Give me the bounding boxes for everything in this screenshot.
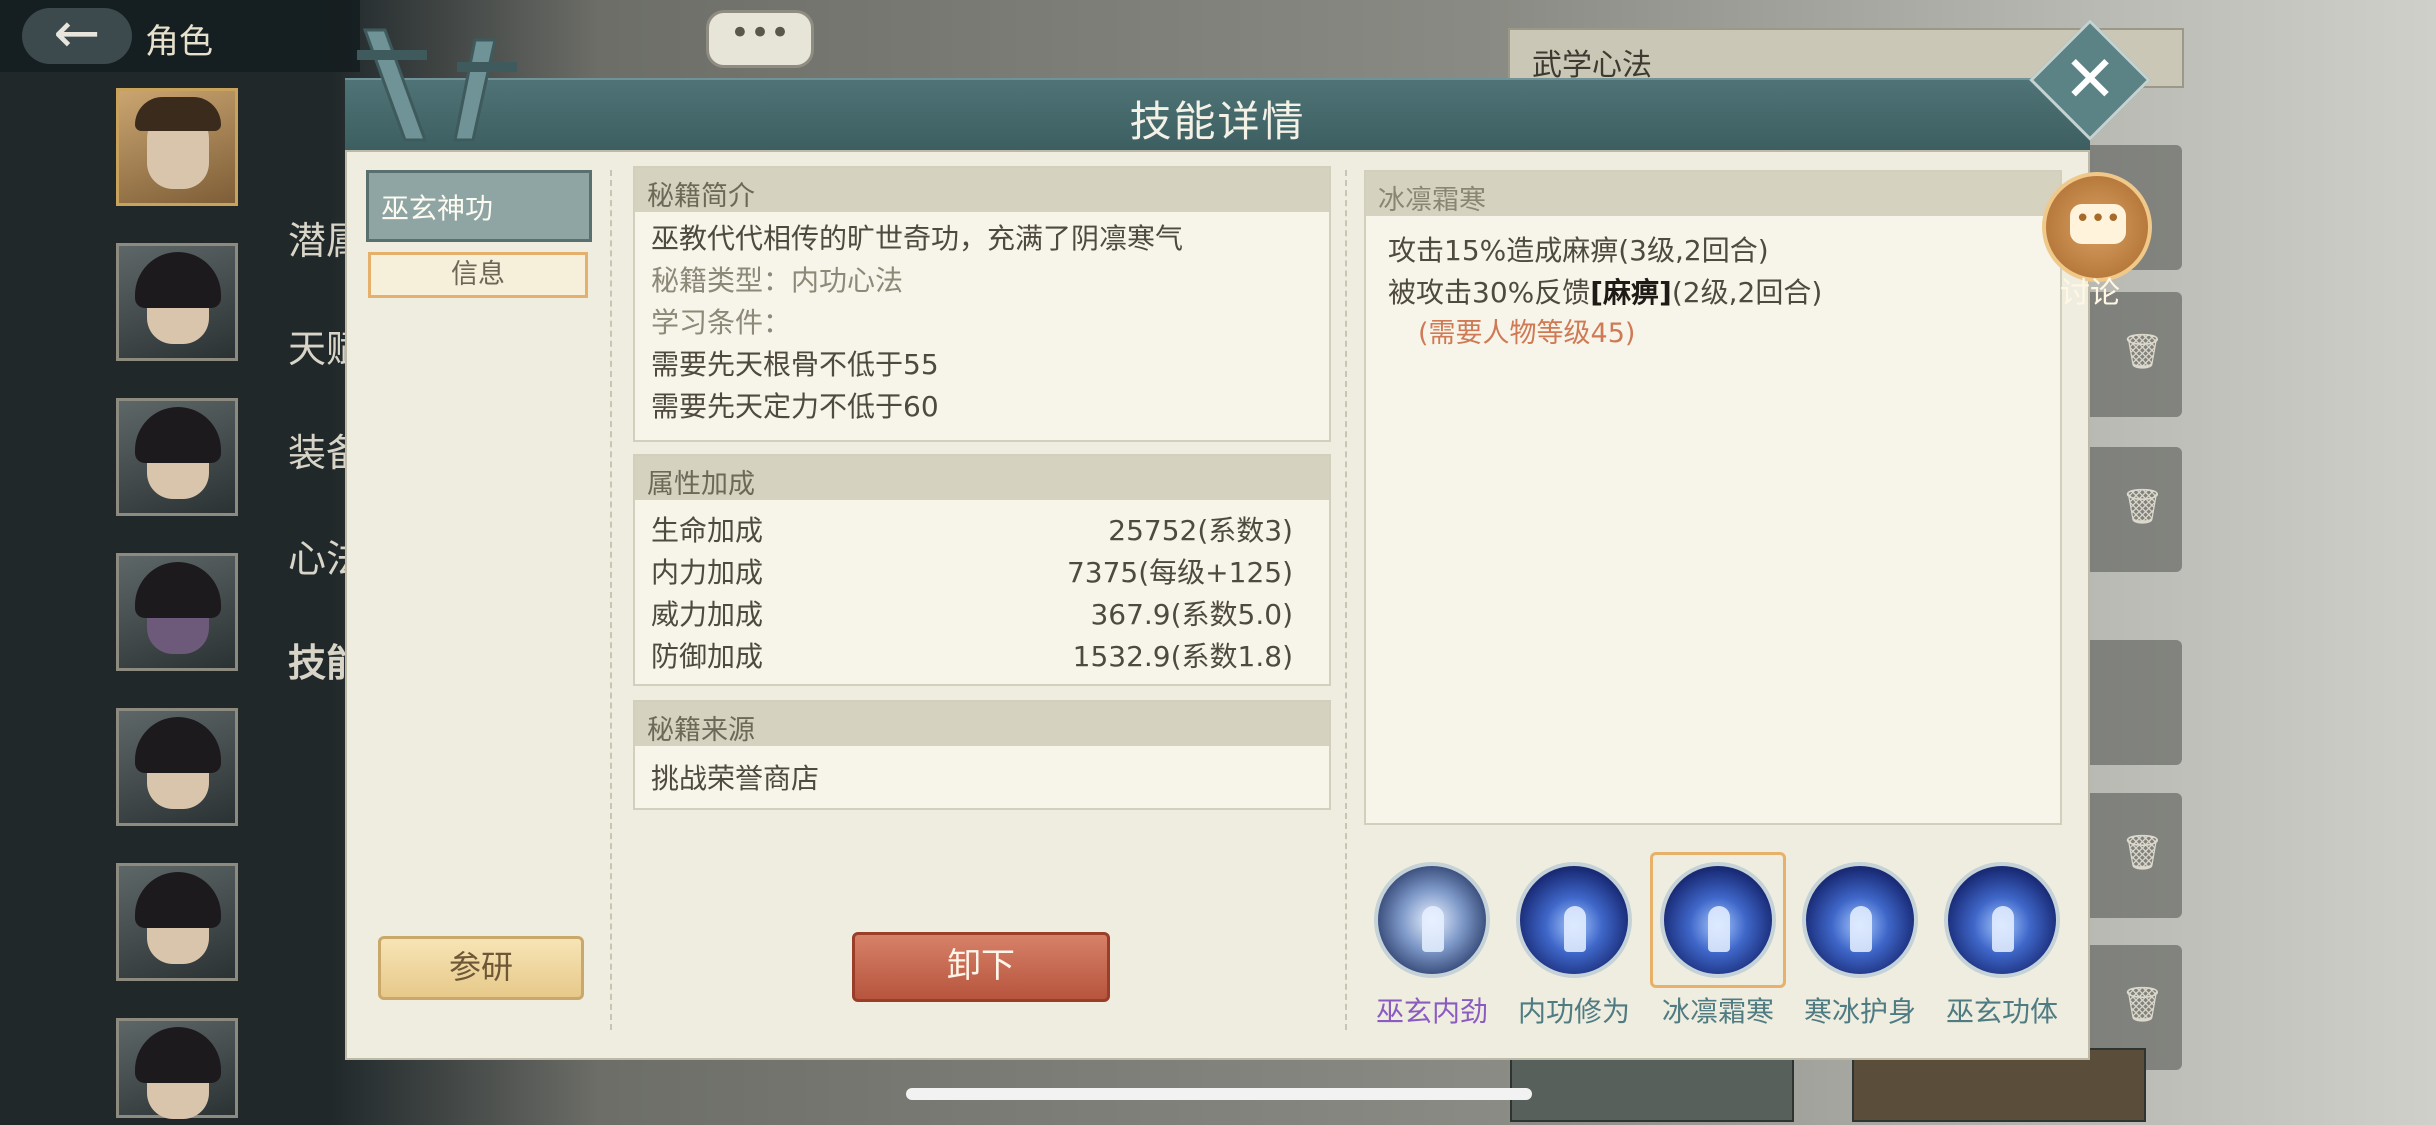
divider bbox=[610, 170, 612, 1030]
intro-cond: 需要先天定力不低于60 bbox=[651, 390, 939, 423]
skill-effect-highlight: [麻痹] bbox=[1590, 276, 1672, 309]
skill-icon[interactable] bbox=[1516, 862, 1632, 978]
chat-bubble-icon: ••• bbox=[2070, 204, 2126, 244]
attr-name: 防御加成 bbox=[651, 640, 764, 673]
attr-value: 25752(系数3) bbox=[1108, 514, 1293, 547]
tab-info[interactable]: 信息 bbox=[368, 252, 588, 298]
attr-value: 7375(每级+125) bbox=[1066, 556, 1293, 589]
attr-name: 生命加成 bbox=[651, 514, 764, 547]
discuss-label[interactable]: 讨论 bbox=[2060, 268, 2120, 312]
page-title: 角色 bbox=[145, 22, 213, 62]
divider bbox=[1345, 170, 1347, 1030]
sword-decoration-icon bbox=[357, 28, 517, 142]
source-text: 挑战荣誉商店 bbox=[651, 762, 820, 795]
intro-cond-label: 学习条件： bbox=[651, 306, 792, 339]
section-header: 属性加成 bbox=[635, 456, 1329, 500]
skill-effect: 被攻击30%反馈[麻痹](2级,2回合) bbox=[1366, 272, 2060, 314]
attr-value: 367.9(系数5.0) bbox=[1090, 598, 1293, 631]
character-avatar[interactable] bbox=[116, 863, 238, 981]
tab-skill-name[interactable]: 巫玄神功 bbox=[366, 170, 592, 242]
unequip-button[interactable]: 卸下 bbox=[852, 932, 1110, 1002]
arrow-left-icon[interactable]: ← bbox=[22, 6, 132, 64]
home-indicator[interactable] bbox=[906, 1088, 1532, 1100]
attr-row: 内力加成 7375(每级+125) bbox=[635, 552, 1329, 594]
close-icon[interactable]: ✕ bbox=[2052, 42, 2128, 118]
character-avatar[interactable] bbox=[116, 708, 238, 826]
attr-name: 内力加成 bbox=[651, 556, 764, 589]
trash-icon[interactable]: 🗑 bbox=[2121, 985, 2164, 1025]
skill-label[interactable]: 冰凛霜寒 bbox=[1648, 990, 1788, 1030]
skill-detail-panel: 冰凛霜寒 攻击15%造成麻痹(3级,2回合) 被攻击30%反馈[麻痹](2级,2… bbox=[1364, 170, 2062, 825]
dialog-title: 技能详情 bbox=[1129, 97, 1306, 146]
intro-cond: 需要先天根骨不低于55 bbox=[651, 348, 939, 381]
source-section: 秘籍来源 挑战荣誉商店 bbox=[633, 700, 1331, 810]
skill-label[interactable]: 巫玄功体 bbox=[1932, 990, 2072, 1030]
top-bar: ← 角色 bbox=[0, 0, 360, 72]
section-header: 秘籍简介 bbox=[635, 168, 1329, 212]
attribute-bonus-section: 属性加成 生命加成 25752(系数3) 内力加成 7375(每级+125) 威力加… bbox=[633, 454, 1331, 686]
study-button[interactable]: 参研 bbox=[378, 936, 584, 1000]
skill-icon[interactable] bbox=[1802, 862, 1918, 978]
skill-detail-header: 冰凛霜寒 bbox=[1366, 172, 2060, 216]
attr-row: 威力加成 367.9(系数5.0) bbox=[635, 594, 1329, 636]
trash-icon[interactable]: 🗑 bbox=[2121, 487, 2164, 527]
skill-icon[interactable] bbox=[1944, 862, 2060, 978]
attr-name: 威力加成 bbox=[651, 598, 764, 631]
skill-effect-text: (2级,2回合) bbox=[1671, 276, 1823, 309]
skill-effect: 攻击15%造成麻痹(3级,2回合) bbox=[1388, 234, 1769, 267]
intro-desc: 巫教代代相传的旷世奇功，充满了阴凛寒气 bbox=[651, 222, 1184, 255]
section-header: 秘籍来源 bbox=[635, 702, 1329, 746]
character-avatar[interactable] bbox=[116, 553, 238, 671]
attr-row: 防御加成 1532.9(系数1.8) bbox=[635, 636, 1329, 678]
skill-effect-text: 被攻击30%反馈 bbox=[1388, 276, 1591, 309]
secret-intro-section: 秘籍简介 巫教代代相传的旷世奇功，充满了阴凛寒气 秘籍类型：内功心法 学习条件：… bbox=[633, 166, 1331, 442]
character-avatar[interactable] bbox=[116, 398, 238, 516]
attr-value: 1532.9(系数1.8) bbox=[1072, 640, 1293, 673]
chat-icon[interactable]: ••• bbox=[706, 10, 814, 68]
skill-label[interactable]: 寒冰护身 bbox=[1790, 990, 1930, 1030]
intro-type: 秘籍类型：内功心法 bbox=[651, 264, 904, 297]
skill-label[interactable]: 巫玄内劲 bbox=[1362, 990, 1502, 1030]
skill-requirement: (需要人物等级45) bbox=[1418, 318, 1636, 349]
character-avatar[interactable] bbox=[116, 243, 238, 361]
trash-icon[interactable]: 🗑 bbox=[2121, 332, 2164, 372]
dialog-header: 技能详情 bbox=[345, 78, 2090, 152]
attr-row: 生命加成 25752(系数3) bbox=[635, 510, 1329, 552]
skill-icon[interactable] bbox=[1660, 862, 1776, 978]
character-avatar[interactable] bbox=[116, 1018, 238, 1119]
trash-icon[interactable]: 🗑 bbox=[2121, 833, 2164, 873]
skill-icon[interactable] bbox=[1374, 862, 1490, 978]
discuss-button[interactable]: ••• bbox=[2042, 172, 2152, 282]
skill-label[interactable]: 内功修为 bbox=[1504, 990, 1644, 1030]
character-avatar[interactable] bbox=[116, 88, 238, 206]
